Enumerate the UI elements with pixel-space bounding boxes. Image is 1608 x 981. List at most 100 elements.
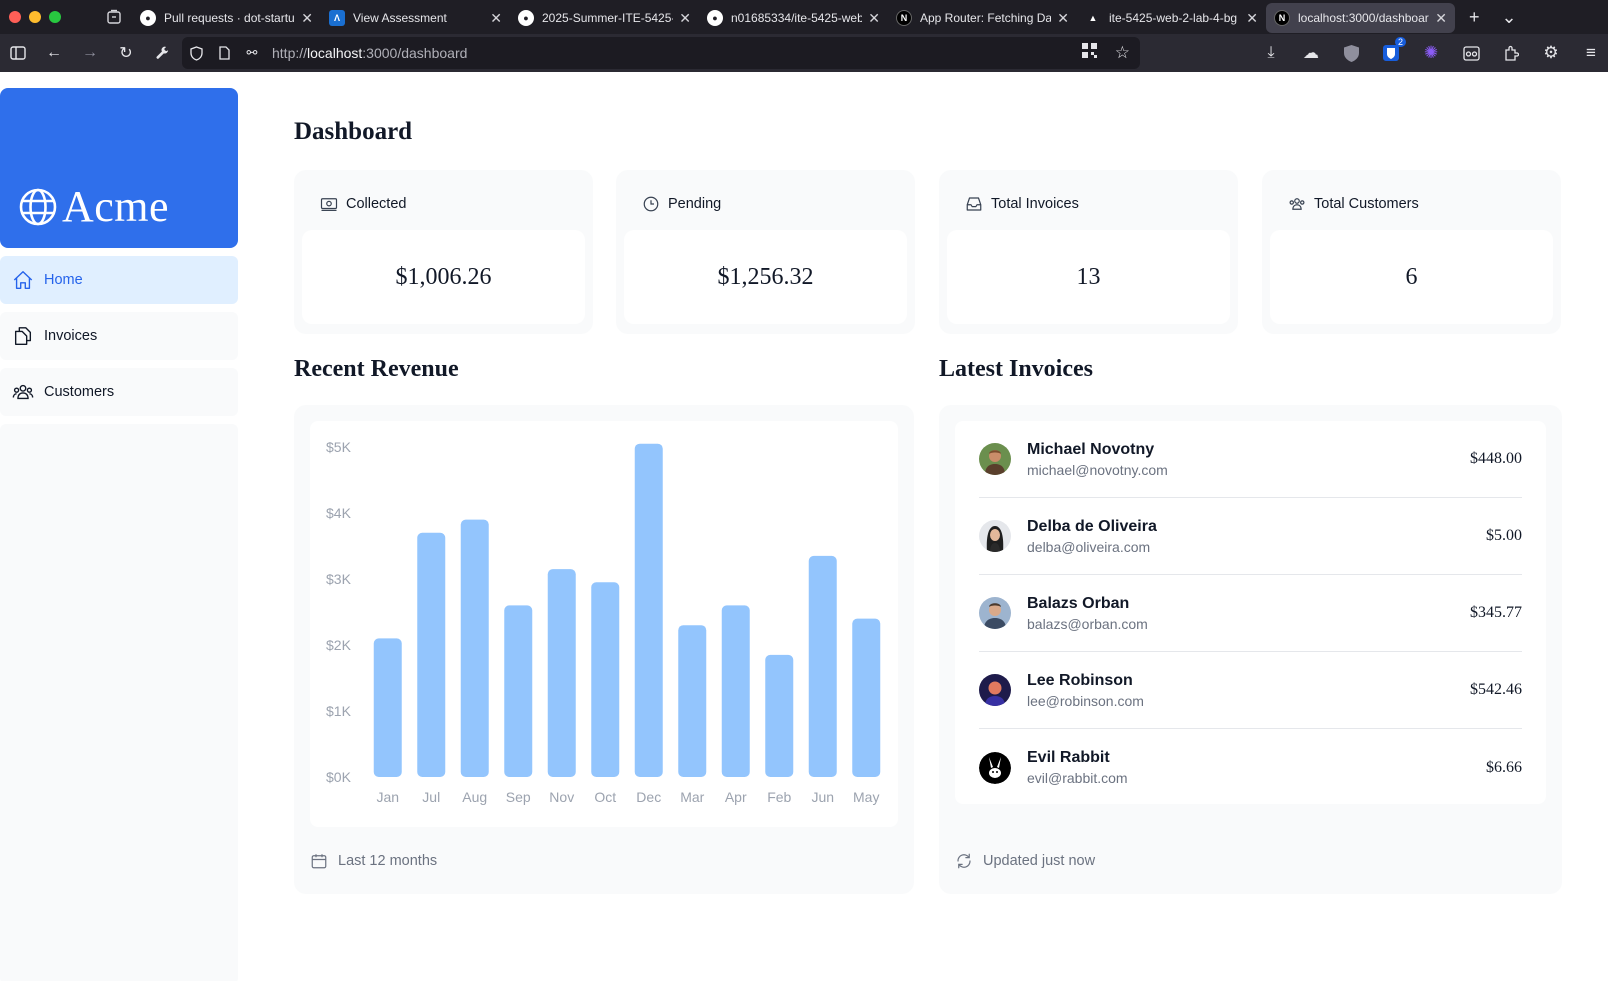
revenue-bar-apr[interactable] — [721, 605, 750, 777]
invoice-row[interactable]: Balazs Orban balazs@orban.com $345.77 — [979, 575, 1522, 652]
banknotes-icon — [320, 198, 338, 211]
invoice-customer: Delba de Oliveira delba@oliveira.com — [1027, 518, 1486, 555]
avatar — [979, 674, 1011, 706]
browser-tab[interactable]: ▲ ite-5425-web-2-lab-4-bg ✕ — [1077, 3, 1266, 33]
close-tab-icon[interactable]: ✕ — [1246, 10, 1258, 27]
card-label: Total Customers — [1314, 196, 1419, 212]
github-icon: ● — [518, 10, 534, 26]
shield-icon[interactable] — [182, 45, 210, 61]
gear-extension-icon[interactable]: ✺ — [1422, 43, 1440, 62]
browser-tab[interactable]: ● n01685334/ite-5425-web ✕ — [699, 3, 888, 33]
new-tab-icon[interactable]: + — [1469, 7, 1480, 28]
card-label: Total Invoices — [991, 196, 1079, 212]
window-controls — [0, 11, 100, 23]
customer-email: evil@rabbit.com — [1027, 770, 1128, 786]
url-host: localhost — [307, 45, 363, 61]
revenue-bar-may[interactable] — [852, 618, 881, 777]
invoice-list: Michael Novotny michael@novotny.com $448… — [955, 421, 1546, 804]
customer-name: Lee Robinson — [1027, 671, 1133, 689]
tab-overview-icon[interactable] — [96, 0, 132, 34]
tab-title: localhost:3000/dashboard — [1298, 11, 1430, 25]
assessment-icon: Λ — [329, 10, 345, 26]
revenue-footer-text: Last 12 months — [338, 853, 438, 869]
ublock-icon[interactable] — [1342, 44, 1360, 62]
tab-list-chevron-icon[interactable]: ⌄ — [1502, 7, 1517, 28]
tab-title: ite-5425-web-2-lab-4-bg — [1109, 11, 1238, 25]
reader-glasses-icon[interactable] — [1462, 44, 1480, 62]
close-tab-icon[interactable]: ✕ — [301, 10, 313, 27]
invoice-row[interactable]: Michael Novotny michael@novotny.com $448… — [979, 421, 1522, 498]
sidebar-item-invoices[interactable]: Invoices — [0, 312, 238, 360]
revenue-bar-dec[interactable] — [634, 443, 663, 777]
users-icon — [12, 384, 34, 400]
revenue-bar-jun[interactable] — [808, 555, 837, 777]
close-tab-icon[interactable]: ✕ — [1057, 10, 1069, 27]
minimize-window-button[interactable] — [29, 11, 41, 23]
revenue-bar-nov[interactable] — [547, 569, 576, 777]
invoice-row[interactable]: Evil Rabbit evil@rabbit.com $6.66 — [979, 729, 1522, 806]
maximize-window-button[interactable] — [49, 11, 61, 23]
page-icon[interactable] — [210, 46, 238, 60]
x-tick-label: Apr — [725, 789, 747, 805]
close-tab-icon[interactable]: ✕ — [868, 10, 880, 27]
revenue-bar-feb[interactable] — [765, 654, 794, 777]
sidebar-item-customers[interactable]: Customers — [0, 368, 238, 416]
url-bar[interactable]: ⚯ http://localhost:3000/dashboard ☆ — [182, 37, 1140, 69]
browser-tab[interactable]: ● 2025-Summer-ITE-5425- ✕ — [510, 3, 699, 33]
card-value: $1,256.32 — [624, 230, 907, 324]
revenue-bar-jul[interactable] — [417, 532, 446, 777]
invoice-row[interactable]: Delba de Oliveira delba@oliveira.com $5.… — [979, 498, 1522, 575]
revenue-bar-mar[interactable] — [678, 625, 707, 777]
revenue-bar-oct[interactable] — [591, 582, 620, 777]
avatar — [979, 443, 1011, 475]
browser-tab[interactable]: Λ View Assessment ✕ — [321, 3, 510, 33]
sidebar-item-label: Invoices — [44, 328, 98, 344]
sidebar-item-home[interactable]: Home — [0, 256, 238, 304]
avatar — [979, 597, 1011, 629]
customer-name: Evil Rabbit — [1027, 749, 1110, 766]
extensions-puzzle-icon[interactable] — [1502, 44, 1520, 62]
permissions-icon[interactable]: ⚯ — [238, 45, 266, 61]
revenue-bar-jan[interactable] — [373, 638, 402, 777]
hamburger-menu-icon[interactable]: ≡ — [1582, 43, 1600, 62]
card-value: 6 — [1270, 230, 1553, 324]
qr-code-icon[interactable] — [1081, 43, 1097, 63]
settings-gear-icon[interactable]: ⚙ — [1542, 43, 1560, 62]
sidebar-item-label: Customers — [44, 384, 115, 400]
card-value: $1,006.26 — [302, 230, 585, 324]
bitwarden-icon[interactable]: 2 — [1382, 37, 1406, 62]
back-arrow-icon[interactable]: ← — [36, 34, 72, 72]
forward-arrow-icon[interactable]: → — [72, 34, 108, 72]
github-icon: ● — [707, 10, 723, 26]
tab-title: View Assessment — [353, 11, 447, 25]
invoices-footer-text: Updated just now — [983, 853, 1096, 869]
summary-cards: Collected $1,006.26 Pending $1,256.32 To… — [294, 170, 1562, 334]
browser-tab[interactable]: N App Router: Fetching Data ✕ — [888, 3, 1077, 33]
x-tick-label: Dec — [636, 789, 661, 805]
close-tab-icon[interactable]: ✕ — [490, 10, 502, 27]
container-icon[interactable]: ☁ — [1302, 44, 1320, 62]
close-tab-icon[interactable]: ✕ — [1435, 10, 1447, 27]
revenue-footer: Last 12 months — [310, 852, 437, 870]
invoice-row[interactable]: Lee Robinson lee@robinson.com $542.46 — [979, 652, 1522, 729]
browser-tab-active[interactable]: N localhost:3000/dashboard ✕ — [1266, 3, 1455, 33]
wrench-icon[interactable] — [144, 34, 180, 72]
close-tab-icon[interactable]: ✕ — [679, 10, 691, 27]
sidebar-toggle-icon[interactable] — [0, 34, 36, 72]
browser-tab[interactable]: ● Pull requests · dot-startup ✕ — [132, 3, 321, 33]
extension-badge: 2 — [1394, 37, 1406, 47]
bookmark-star-icon[interactable]: ☆ — [1115, 43, 1130, 63]
y-tick-label: $0K — [326, 769, 352, 785]
revenue-bar-sep[interactable] — [504, 605, 533, 777]
url-text[interactable]: http://localhost:3000/dashboard — [272, 45, 467, 61]
download-icon[interactable]: ⤓ — [1262, 44, 1280, 62]
card-pending: Pending $1,256.32 — [616, 170, 915, 334]
inbox-icon — [966, 197, 982, 211]
reload-icon[interactable]: ↻ — [108, 34, 144, 72]
logo-link[interactable]: Acme — [0, 88, 238, 248]
x-tick-label: Feb — [767, 789, 791, 805]
revenue-bar-aug[interactable] — [460, 519, 489, 777]
x-tick-label: Oct — [594, 789, 616, 805]
card-value: 13 — [947, 230, 1230, 324]
close-window-button[interactable] — [9, 11, 21, 23]
